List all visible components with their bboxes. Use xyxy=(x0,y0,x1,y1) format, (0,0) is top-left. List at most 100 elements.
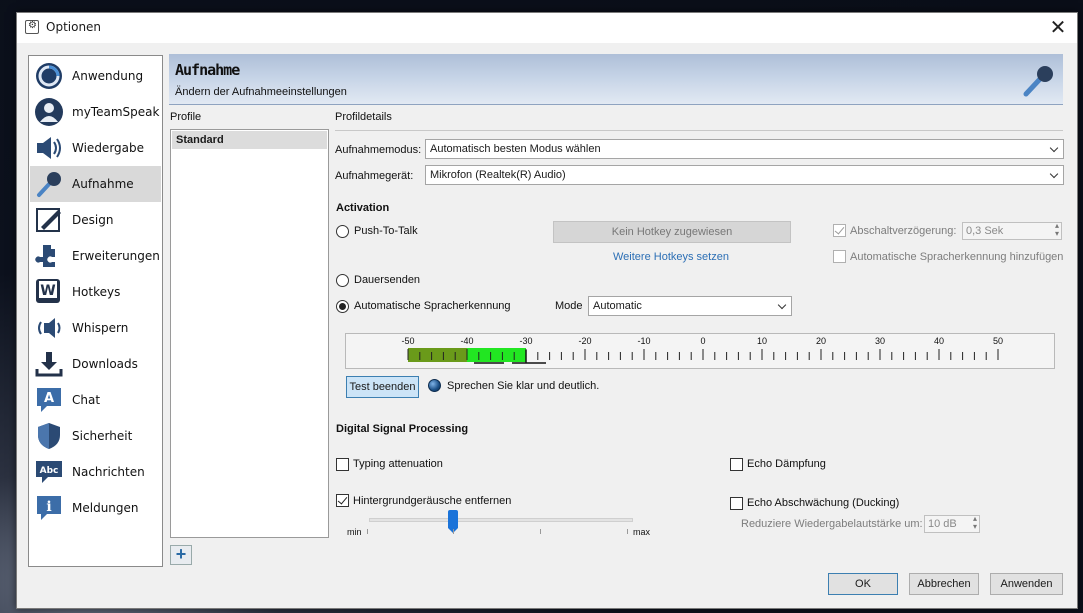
echo-damping-label: Echo Dämpfung xyxy=(747,458,826,470)
options-window: Optionen ✕ Anwendung myTeamSpeak Wiederg… xyxy=(16,12,1078,609)
noise-removal-checkbox[interactable] xyxy=(336,494,349,507)
whisper-icon xyxy=(34,313,64,343)
voice-level-meter[interactable]: -50 -40 -30 -20 -10 0 10 20 30 40 50 xyxy=(345,333,1055,369)
page-subtitle: Ändern der Aufnahmeeinstellungen xyxy=(175,86,347,98)
meter-tick-label: 40 xyxy=(934,336,944,346)
sidebar-item-chat[interactable]: A Chat xyxy=(30,382,161,418)
push-to-talk-label: Push-To-Talk xyxy=(354,225,418,237)
typing-attenuation-checkbox[interactable] xyxy=(336,458,349,471)
capture-mode-select[interactable]: Automatisch besten Modus wählen xyxy=(425,139,1064,159)
voice-activation-label: Automatische Spracherkennung xyxy=(354,300,511,312)
reduce-playback-spinbox[interactable]: 10 dB xyxy=(924,515,980,533)
release-delay-checkbox[interactable] xyxy=(833,224,846,237)
sidebar-item-whispern[interactable]: Whispern xyxy=(30,310,161,346)
window-title: Optionen xyxy=(46,20,102,34)
voice-activation-radio[interactable] xyxy=(336,300,349,313)
echo-ducking-checkbox[interactable] xyxy=(730,497,743,510)
meter-tick-label: 0 xyxy=(700,336,705,346)
sidebar-item-erweiterungen[interactable]: Erweiterungen xyxy=(30,238,161,274)
slider-tick xyxy=(627,529,628,534)
noise-suppression-slider-track[interactable] xyxy=(369,518,633,522)
sidebar-item-aufnahme[interactable]: Aufnahme xyxy=(30,166,161,202)
stop-test-button[interactable]: Test beenden xyxy=(346,376,419,398)
chat-icon: A xyxy=(34,385,64,415)
more-hotkeys-link[interactable]: Weitere Hotkeys setzen xyxy=(613,251,729,263)
svg-text:i: i xyxy=(46,499,51,515)
profile-item-standard[interactable]: Standard xyxy=(172,131,327,149)
dsp-heading: Digital Signal Processing xyxy=(336,423,469,435)
sidebar-item-label: Hotkeys xyxy=(72,285,121,299)
typing-attenuation-label: Typing attenuation xyxy=(353,458,443,470)
add-profile-button[interactable]: + xyxy=(170,545,192,565)
sidebar-item-label: myTeamSpeak xyxy=(72,105,160,119)
puzzle-icon xyxy=(34,241,64,271)
meter-tick-label: 30 xyxy=(875,336,885,346)
release-delay-spinbox[interactable]: 0,3 Sek xyxy=(962,222,1062,240)
capture-device-label: Aufnahmegerät: xyxy=(335,170,414,182)
sidebar-item-myteamspeak[interactable]: myTeamSpeak xyxy=(30,94,161,130)
meter-tick-label: 10 xyxy=(757,336,767,346)
add-voice-detection-label: Automatische Spracherkennung hinzufügen xyxy=(850,251,1064,263)
add-voice-detection-checkbox[interactable] xyxy=(833,250,846,263)
voice-status-indicator-icon xyxy=(428,379,441,392)
meter-tick-label: -50 xyxy=(401,336,414,346)
slider-tick xyxy=(540,529,541,534)
meter-tick-label: -20 xyxy=(578,336,591,346)
meter-tick-label: 20 xyxy=(816,336,826,346)
page-title: Aufnahme xyxy=(175,61,240,79)
echo-ducking-label: Echo Abschwächung (Ducking) xyxy=(747,497,900,509)
voice-level-scale: -50 -40 -30 -20 -10 0 10 20 30 40 50 xyxy=(401,336,1003,364)
sidebar-item-design[interactable]: Design xyxy=(30,202,161,238)
vad-mode-select[interactable]: Automatic xyxy=(588,296,792,316)
profile-details-heading: Profildetails xyxy=(335,111,392,123)
sidebar-item-label: Sicherheit xyxy=(72,429,133,443)
sidebar-item-downloads[interactable]: Downloads xyxy=(30,346,161,382)
microphone-icon xyxy=(34,169,64,199)
speaker-icon xyxy=(34,133,64,163)
sidebar-item-nachrichten[interactable]: Abc Nachrichten xyxy=(30,454,161,490)
sidebar-item-sicherheit[interactable]: Sicherheit xyxy=(30,418,161,454)
sidebar-item-wiedergabe[interactable]: Wiedergabe xyxy=(30,130,161,166)
slider-min-label: min xyxy=(347,527,362,537)
sidebar-item-label: Design xyxy=(72,213,114,227)
divider xyxy=(335,130,1063,131)
continuous-transmission-radio[interactable] xyxy=(336,274,349,287)
sidebar-item-label: Nachrichten xyxy=(72,465,145,479)
close-button[interactable]: ✕ xyxy=(1045,15,1071,41)
cancel-button[interactable]: Abbrechen xyxy=(909,573,979,595)
capture-device-select[interactable]: Mikrofon (Realtek(R) Audio) xyxy=(425,165,1064,185)
reduce-playback-label: Reduziere Wiedergabelautstärke um: xyxy=(741,518,923,530)
sidebar-item-label: Erweiterungen xyxy=(72,249,160,263)
slider-tick xyxy=(453,529,454,534)
meter-tick-label: 50 xyxy=(993,336,1003,346)
sidebar-item-label: Meldungen xyxy=(72,501,139,515)
sidebar-item-label: Whispern xyxy=(72,321,129,335)
noise-suppression-slider-handle[interactable] xyxy=(448,510,458,533)
sidebar-item-label: Aufnahme xyxy=(72,177,134,191)
download-icon xyxy=(34,349,64,379)
release-delay-label: Abschaltverzögerung: xyxy=(850,225,957,237)
continuous-transmission-label: Dauersenden xyxy=(354,274,421,286)
meter-tick-label: -10 xyxy=(637,336,650,346)
title-bar: Optionen ✕ xyxy=(17,13,1077,43)
push-to-talk-radio[interactable] xyxy=(336,225,349,238)
slider-tick xyxy=(367,529,368,534)
ok-button[interactable]: OK xyxy=(828,573,898,595)
hotkey-assign-button[interactable]: Kein Hotkey zugewiesen xyxy=(553,221,791,243)
sidebar-item-label: Downloads xyxy=(72,357,138,371)
sidebar-item-meldungen[interactable]: i Meldungen xyxy=(30,490,161,526)
meter-tick-label: -30 xyxy=(519,336,532,346)
sidebar-item-anwendung[interactable]: Anwendung xyxy=(30,58,161,94)
apply-button[interactable]: Anwenden xyxy=(990,573,1063,595)
slider-max-label: max xyxy=(633,527,651,537)
messages-icon: Abc xyxy=(34,457,64,487)
profile-list[interactable]: Standard xyxy=(170,129,329,538)
svg-text:W: W xyxy=(40,283,55,299)
vad-mode-label: Mode xyxy=(555,300,583,312)
echo-damping-checkbox[interactable] xyxy=(730,458,743,471)
sidebar-item-hotkeys[interactable]: W Hotkeys xyxy=(30,274,161,310)
svg-text:Abc: Abc xyxy=(40,466,59,476)
meter-level-high xyxy=(467,348,526,362)
sidebar-item-label: Chat xyxy=(72,393,101,407)
settings-window-icon xyxy=(25,20,39,34)
